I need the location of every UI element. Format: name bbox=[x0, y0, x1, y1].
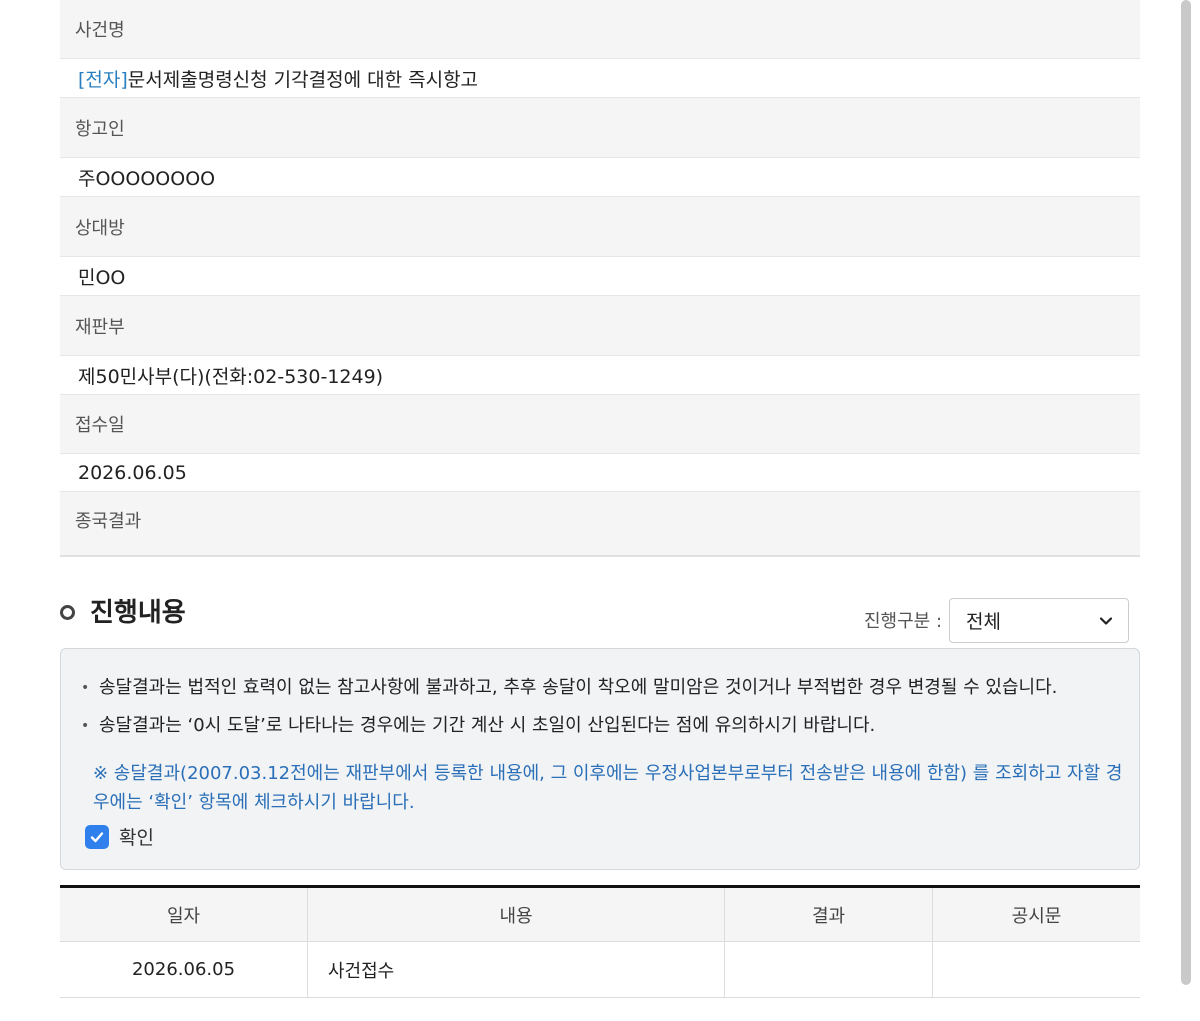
notice-box: 송달결과는 법적인 효력이 없는 참고사항에 불과하고, 추후 송달이 착오에 … bbox=[60, 648, 1140, 870]
confirm-checkbox-row[interactable]: 확인 bbox=[85, 823, 154, 850]
header-result: 결과 bbox=[725, 888, 933, 941]
scrollbar[interactable] bbox=[1181, 0, 1191, 985]
row-result bbox=[725, 942, 933, 997]
progress-section-header: 진행내용 진행구분 : 전체 bbox=[60, 595, 1140, 643]
select-value: 전체 bbox=[966, 611, 1001, 633]
received-date-value: 2026.06.05 bbox=[60, 454, 1140, 492]
info-table-bottom bbox=[60, 547, 1140, 557]
header-notice: 공시문 bbox=[1011, 905, 1062, 927]
case-info-table: 사건명 [전자] 문서제출명령신청 기각결정에 대한 즉시항고 항고인 주OOOO… bbox=[60, 0, 1140, 557]
final-result-label: 종국결과 bbox=[60, 492, 1140, 547]
row-notice bbox=[933, 942, 1140, 997]
header-content: 내용 bbox=[308, 888, 725, 941]
notice-item: 송달결과는 법적인 효력이 없는 참고사항에 불과하고, 추후 송달이 착오에 … bbox=[81, 669, 1057, 707]
confirm-checkbox[interactable] bbox=[85, 824, 109, 849]
received-date-label: 접수일 bbox=[60, 395, 1140, 454]
notice-item: 송달결과는 ‘0시 도달’로 나타나는 경우에는 기간 계산 시 초일이 산입된… bbox=[81, 707, 1057, 745]
appellant-value: 주OOOOOOOO bbox=[60, 158, 1140, 197]
notice-list: 송달결과는 법적인 효력이 없는 참고사항에 불과하고, 추후 송달이 착오에 … bbox=[81, 669, 1057, 745]
court-value: 제50민사부(다)(전화:02-530-1249) bbox=[60, 356, 1140, 395]
opponent-label: 상대방 bbox=[60, 197, 1140, 257]
progress-table: 일자 내용 결과 공시문 2026.06.05 사건접수 bbox=[60, 885, 1140, 998]
electronic-tag: [전자] bbox=[78, 68, 128, 91]
chevron-down-icon bbox=[1099, 617, 1113, 625]
filter-label: 진행구분 : bbox=[864, 611, 943, 632]
header-date: 일자 bbox=[60, 888, 308, 941]
progress-type-select[interactable]: 전체 bbox=[949, 598, 1129, 643]
delivery-note: ※ 송달결과(2007.03.12전에는 재판부에서 등록한 내용에, 그 이후… bbox=[93, 763, 1123, 813]
opponent-value: 민OO bbox=[60, 257, 1140, 296]
case-name-value: [전자] 문서제출명령신청 기각결정에 대한 즉시항고 bbox=[60, 59, 1140, 98]
confirm-label: 확인 bbox=[119, 827, 154, 849]
row-date: 2026.06.05 bbox=[60, 942, 308, 997]
case-name-text: 문서제출명령신청 기각결정에 대한 즉시항고 bbox=[127, 68, 479, 91]
table-row: 2026.06.05 사건접수 bbox=[60, 942, 1140, 998]
section-bullet-icon bbox=[60, 605, 75, 620]
row-content: 사건접수 bbox=[308, 942, 725, 997]
case-name-label: 사건명 bbox=[60, 0, 1140, 59]
section-title: 진행내용 bbox=[90, 598, 186, 628]
checkmark-icon bbox=[90, 831, 104, 842]
table-header: 일자 내용 결과 공시문 bbox=[60, 888, 1140, 942]
court-label: 재판부 bbox=[60, 296, 1140, 356]
appellant-label: 항고인 bbox=[60, 98, 1140, 158]
